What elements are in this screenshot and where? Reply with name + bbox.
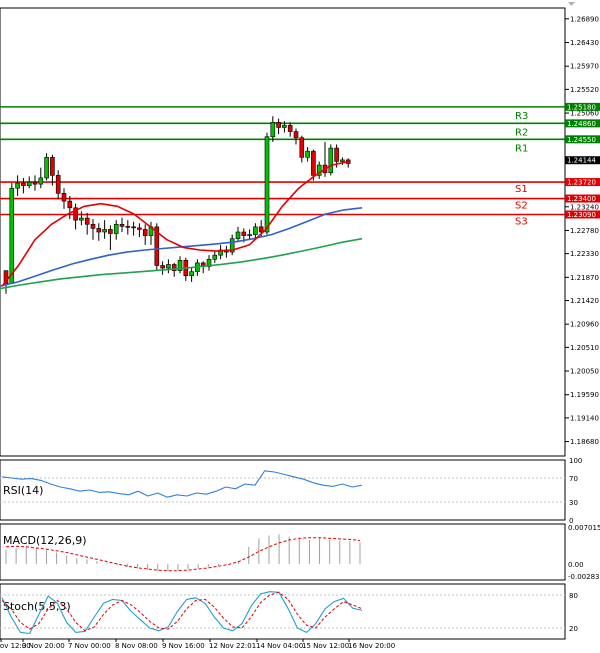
rsi-tick-label: 30: [569, 499, 578, 507]
level-label-r1: R1: [515, 143, 528, 154]
candle-body: [84, 217, 90, 225]
candle-body: [21, 182, 26, 186]
stoch-tick-label: 20: [569, 625, 578, 633]
candle-body: [142, 229, 148, 236]
price-tick-label: 1.22330: [570, 250, 599, 258]
x-tick-label: 9 Nov 16:00: [162, 642, 205, 650]
level-price-tag-text: 1.23400: [567, 195, 596, 203]
candle-body: [160, 265, 165, 269]
level-price-tag-text: 1.24550: [567, 136, 596, 144]
candle-body: [212, 254, 218, 260]
x-tick-label: 15 Nov 12:00: [302, 642, 349, 650]
level-label-s2: S2: [515, 201, 528, 212]
candle-body: [258, 226, 264, 233]
candle-body: [276, 122, 281, 128]
x-tick-label: 12 Nov 22:01: [209, 642, 256, 650]
macd-tick-label: 0.007015: [568, 524, 600, 532]
candle-body: [340, 159, 345, 162]
candle-body: [38, 177, 44, 185]
candle-body: [305, 150, 310, 158]
price-tick-label: 1.26890: [570, 15, 599, 23]
candle-body: [247, 234, 252, 236]
panel-scroll-marker: [568, 2, 575, 6]
price-tick-label: 1.18680: [570, 438, 599, 446]
candle-body: [311, 150, 316, 176]
candle-body: [113, 223, 119, 234]
x-axis: 2 Nov 12:003 Nov 20:007 Nov 00:008 Nov 0…: [0, 639, 395, 650]
candle-body: [90, 223, 96, 229]
level-label-r2: R2: [515, 127, 528, 138]
candle-body: [61, 193, 67, 202]
candle-body: [108, 229, 113, 234]
macd-panel: MACD(12,26,9) 0.007015 0.00 -0.002831: [0, 523, 600, 581]
stoch-tick-label: 80: [569, 592, 578, 600]
candle-body: [44, 157, 49, 179]
price-tick-label: 1.20960: [570, 321, 599, 329]
candle-body: [50, 157, 55, 176]
candle-body: [241, 231, 247, 236]
level-price-tag-text: 1.23090: [567, 211, 596, 219]
candle-body: [189, 271, 194, 277]
price-tick-label: 1.21420: [570, 297, 599, 305]
x-tick-label: 8 Nov 08:00: [115, 642, 158, 650]
price-tick-label: 1.19140: [570, 414, 599, 422]
x-tick-label: 3 Nov 20:00: [22, 642, 65, 650]
candle-body: [67, 200, 73, 209]
macd-tick-label: -0.002831: [568, 573, 600, 581]
level-price-tag-text: 1.23720: [567, 179, 596, 187]
level-label-s1: S1: [515, 184, 528, 195]
candle-body: [235, 231, 241, 239]
candle-body: [137, 227, 142, 230]
level-label-r3: R3: [515, 111, 528, 122]
price-tick-label: 1.26430: [570, 39, 599, 47]
candle-body: [119, 223, 125, 227]
level-label-s3: S3: [515, 216, 528, 227]
candle-body: [102, 229, 107, 233]
price-tick-label: 1.19590: [570, 391, 599, 399]
rsi-tick-label: 100: [569, 457, 582, 465]
macd-plot-area: [0, 523, 566, 581]
candle-body: [96, 228, 102, 233]
candle-body: [293, 131, 299, 139]
rsi-panel: RSI(14)10070300: [0, 457, 582, 525]
price-plot-area: [0, 7, 566, 457]
stoch-panel: Stoch(5,5,3)8020: [0, 583, 578, 640]
macd-tick-label: 0.00: [568, 561, 584, 569]
candle-body: [282, 125, 287, 128]
candle-body: [26, 181, 32, 186]
x-tick-label: 7 Nov 00:00: [68, 642, 111, 650]
level-price-tag-text: 1.24860: [567, 120, 596, 128]
candle-body: [55, 175, 61, 194]
candle-body: [264, 136, 270, 233]
x-tick-label: 16 Nov 20:00: [348, 642, 395, 650]
candle-body: [287, 125, 293, 132]
candle-body: [9, 187, 15, 284]
forex-chart: 1.268901.264301.259701.255201.250601.241…: [0, 2, 600, 650]
candle-body: [270, 122, 276, 138]
candle-body: [79, 217, 84, 221]
price-tick-label: 1.21870: [570, 274, 599, 282]
rsi-tick-label: 70: [569, 475, 578, 483]
price-panel: 1.268901.264301.259701.255201.250601.241…: [0, 2, 600, 457]
candle-body: [15, 182, 20, 189]
candle-body: [299, 137, 305, 158]
price-tick-label: 1.20510: [570, 344, 599, 352]
candle-body: [253, 226, 258, 235]
current-price-text: 1.24144: [567, 157, 596, 165]
level-price-tag-text: 1.25180: [567, 103, 596, 111]
rsi-plot-area: [0, 459, 566, 521]
candle-body: [32, 181, 38, 185]
rsi-label: RSI(14): [3, 484, 43, 497]
candle-body: [131, 226, 136, 229]
price-tick-label: 1.25520: [570, 86, 599, 94]
price-tick-label: 1.22780: [570, 227, 599, 235]
x-tick-label: 14 Nov 04:00: [256, 642, 303, 650]
candle-body: [166, 264, 171, 269]
macd-label: MACD(12,26,9): [3, 534, 87, 547]
price-tick-label: 1.20050: [570, 368, 599, 376]
candle-body: [125, 226, 131, 228]
candle-body: [328, 147, 334, 174]
candle-body: [334, 147, 339, 162]
price-tick-label: 1.25970: [570, 63, 599, 71]
